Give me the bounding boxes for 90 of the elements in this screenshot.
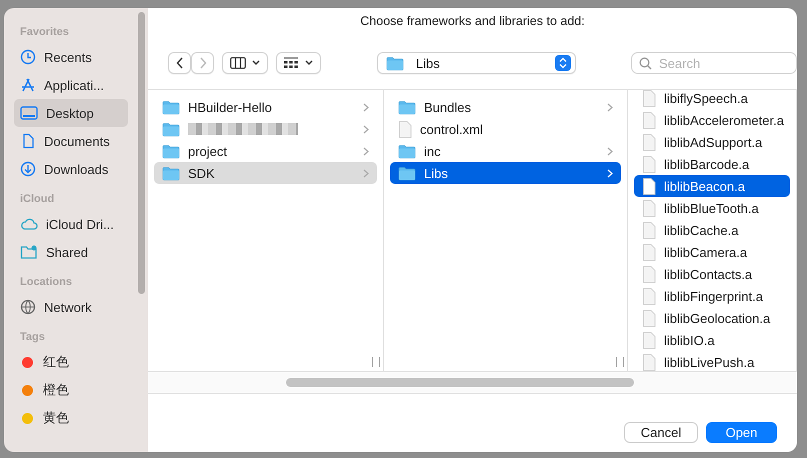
section-heading: iCloud <box>20 193 54 205</box>
folder-icon <box>398 166 416 180</box>
folder-icon <box>162 166 180 180</box>
sidebar-item[interactable]: Shared <box>14 238 128 266</box>
file-row[interactable]: SDK <box>154 162 377 184</box>
dialog-button[interactable]: Open <box>706 422 777 442</box>
file-row[interactable]: inc <box>390 140 621 162</box>
file-row[interactable]: liblibIO.a <box>634 329 790 351</box>
file-row[interactable]: liblibCamera.a <box>634 241 790 263</box>
chevron-right-icon <box>607 168 613 178</box>
file-icon <box>642 332 656 348</box>
sidebar-item[interactable]: Downloads <box>14 155 128 183</box>
sidebar-item[interactable]: Desktop <box>14 99 128 127</box>
cloud-icon <box>20 217 38 231</box>
scrollbar-thumb[interactable] <box>138 12 145 294</box>
search-icon <box>639 57 652 70</box>
file-row[interactable]: liblibCache.a <box>634 219 790 241</box>
column-resize-handle[interactable] <box>616 357 624 367</box>
column-resize-handle[interactable] <box>372 357 380 367</box>
globe-icon <box>20 299 36 315</box>
chevron-right-icon <box>198 57 206 69</box>
sidebar-item[interactable]: 橙色 <box>14 376 128 404</box>
file-icon <box>642 200 656 216</box>
file-icon <box>398 120 412 138</box>
file-row[interactable]: liblibContacts.a <box>634 263 790 285</box>
file-icon <box>642 244 656 260</box>
file-row[interactable]: liblibLivePush.a <box>634 351 790 371</box>
file-row[interactable]: liblibAccelerometer.a <box>634 109 790 131</box>
chevron-down-icon <box>305 60 314 66</box>
back-button[interactable] <box>168 52 191 74</box>
chevron-left-icon <box>176 57 184 69</box>
section-heading: Favorites <box>20 26 69 38</box>
file-icon <box>642 288 656 304</box>
dialog-title: Choose frameworks and libraries to add: <box>360 14 585 30</box>
group-view-button[interactable] <box>276 52 321 74</box>
search-field[interactable]: Search <box>631 52 797 74</box>
download-icon <box>20 161 36 177</box>
pencil-ruler-icon <box>20 77 36 93</box>
sidebar-item[interactable]: iCloud Dri... <box>14 210 128 238</box>
sidebar-item[interactable]: 黄色 <box>14 404 128 432</box>
file-icon <box>642 266 656 282</box>
sidebar-item[interactable]: Recents <box>14 43 128 71</box>
chevron-down-icon <box>252 60 260 66</box>
chevron-right-icon <box>363 124 369 134</box>
file-icon <box>642 134 656 150</box>
file-icon <box>642 178 656 194</box>
folder-icon <box>386 56 404 70</box>
clock-icon <box>20 49 36 65</box>
file-row[interactable]: liblibBarcode.a <box>634 153 790 175</box>
file-row[interactable]: Libs <box>390 162 621 184</box>
file-row[interactable]: liblibBeacon.a <box>634 175 790 197</box>
file-icon <box>642 156 656 172</box>
column-view-button[interactable] <box>222 52 268 74</box>
chevron-right-icon <box>363 168 369 178</box>
section-heading: Locations <box>20 276 72 288</box>
file-icon <box>642 112 656 128</box>
file-row[interactable]: liblibBlueTooth.a <box>634 197 790 219</box>
shared-folder-icon <box>20 244 38 260</box>
sidebar-item[interactable]: Applicati... <box>14 71 128 99</box>
file-row[interactable]: Bundles <box>390 96 621 118</box>
folder-icon <box>162 144 180 158</box>
grid-icon <box>283 57 300 69</box>
folder-icon <box>398 100 416 114</box>
stepper-icon <box>555 55 572 71</box>
section-heading: Tags <box>20 331 45 343</box>
chevron-right-icon <box>607 102 613 112</box>
file-row[interactable]: control.xml <box>390 118 621 140</box>
file-row[interactable]: liblibFingerprint.a <box>634 285 790 307</box>
chevron-right-icon <box>363 146 369 156</box>
columns-icon <box>230 57 246 69</box>
horizontal-scrollbar-thumb[interactable] <box>286 378 634 387</box>
file-row[interactable]: project <box>154 140 377 162</box>
file-row[interactable]: liblibGeolocation.a <box>634 307 790 329</box>
monitor-icon <box>20 105 38 121</box>
file-icon <box>642 310 656 326</box>
location-popup[interactable]: Libs <box>376 52 576 74</box>
file-row[interactable]: HBuilder-Hello <box>154 96 377 118</box>
folder-icon <box>162 100 180 114</box>
folder-icon <box>162 122 180 136</box>
chevron-right-icon <box>607 146 613 156</box>
dialog-button[interactable]: Cancel <box>624 422 698 442</box>
file-icon <box>642 90 656 106</box>
file-icon <box>642 222 656 238</box>
folder-icon <box>398 144 416 158</box>
sidebar-item[interactable]: Documents <box>14 127 128 155</box>
file-row[interactable]: liblibAdSupport.a <box>634 131 790 153</box>
file-row[interactable]: libiflySpeech.a <box>634 90 790 109</box>
sidebar-item[interactable]: 红色 <box>14 348 128 376</box>
chevron-right-icon <box>363 102 369 112</box>
sidebar-item[interactable]: Network <box>14 293 128 321</box>
